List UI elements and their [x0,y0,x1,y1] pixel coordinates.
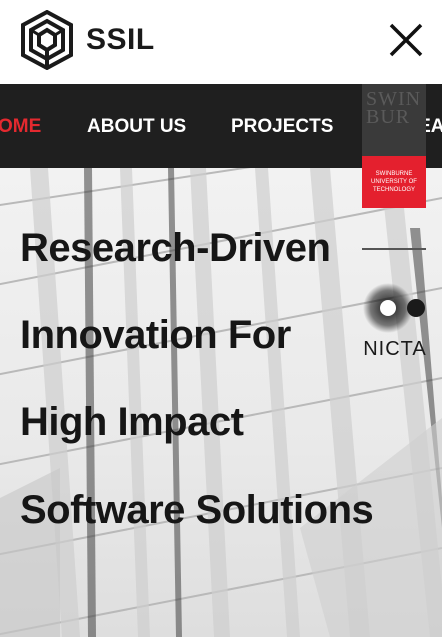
site-logo-text: SSIL [86,23,155,56]
hero-headline-text: Innovation For [20,313,291,357]
hero-headline-line: Innovation For [0,313,300,358]
nicta-logo[interactable]: NICTA [360,282,430,362]
partner-divider [362,248,426,250]
nicta-logo-text: NICTA [363,338,427,360]
swinburne-logo-text: SWINBURNE UNIVERSITY OF TECHNOLOGY [371,171,417,193]
hero-headline-line: Software Solutions [0,488,384,533]
site-logo[interactable]: SSIL [20,10,155,70]
swinburne-logo-top-text: SWIN BUR [366,88,422,128]
hero-headline-text: Research-Driven [20,226,331,270]
swinburne-logo-dark-panel: SWIN BUR [362,84,426,156]
nav-item-about-us[interactable]: ABOUT US [87,116,186,138]
nicta-dots-icon [363,283,425,333]
site-header: SSIL [0,0,442,84]
swinburne-logo[interactable]: SWIN BUR SWINBURNE UNIVERSITY OF TECHNOL… [362,84,426,208]
hero-headline-text: Software Solutions [20,488,374,532]
nav-item-projects[interactable]: PROJECTS [231,116,333,138]
hero-headline-text: High Impact [20,400,244,444]
hero-headline-line: High Impact [0,400,262,445]
hero-headline-line: Research-Driven [0,226,346,271]
close-icon[interactable] [388,22,424,58]
hexagon-cube-logo-icon [21,10,73,70]
nav-item-home[interactable]: OME [0,116,41,138]
swinburne-logo-red-panel: SWINBURNE UNIVERSITY OF TECHNOLOGY [362,156,426,208]
hero-banner: Research-Driven Innovation For High Impa… [0,168,442,637]
